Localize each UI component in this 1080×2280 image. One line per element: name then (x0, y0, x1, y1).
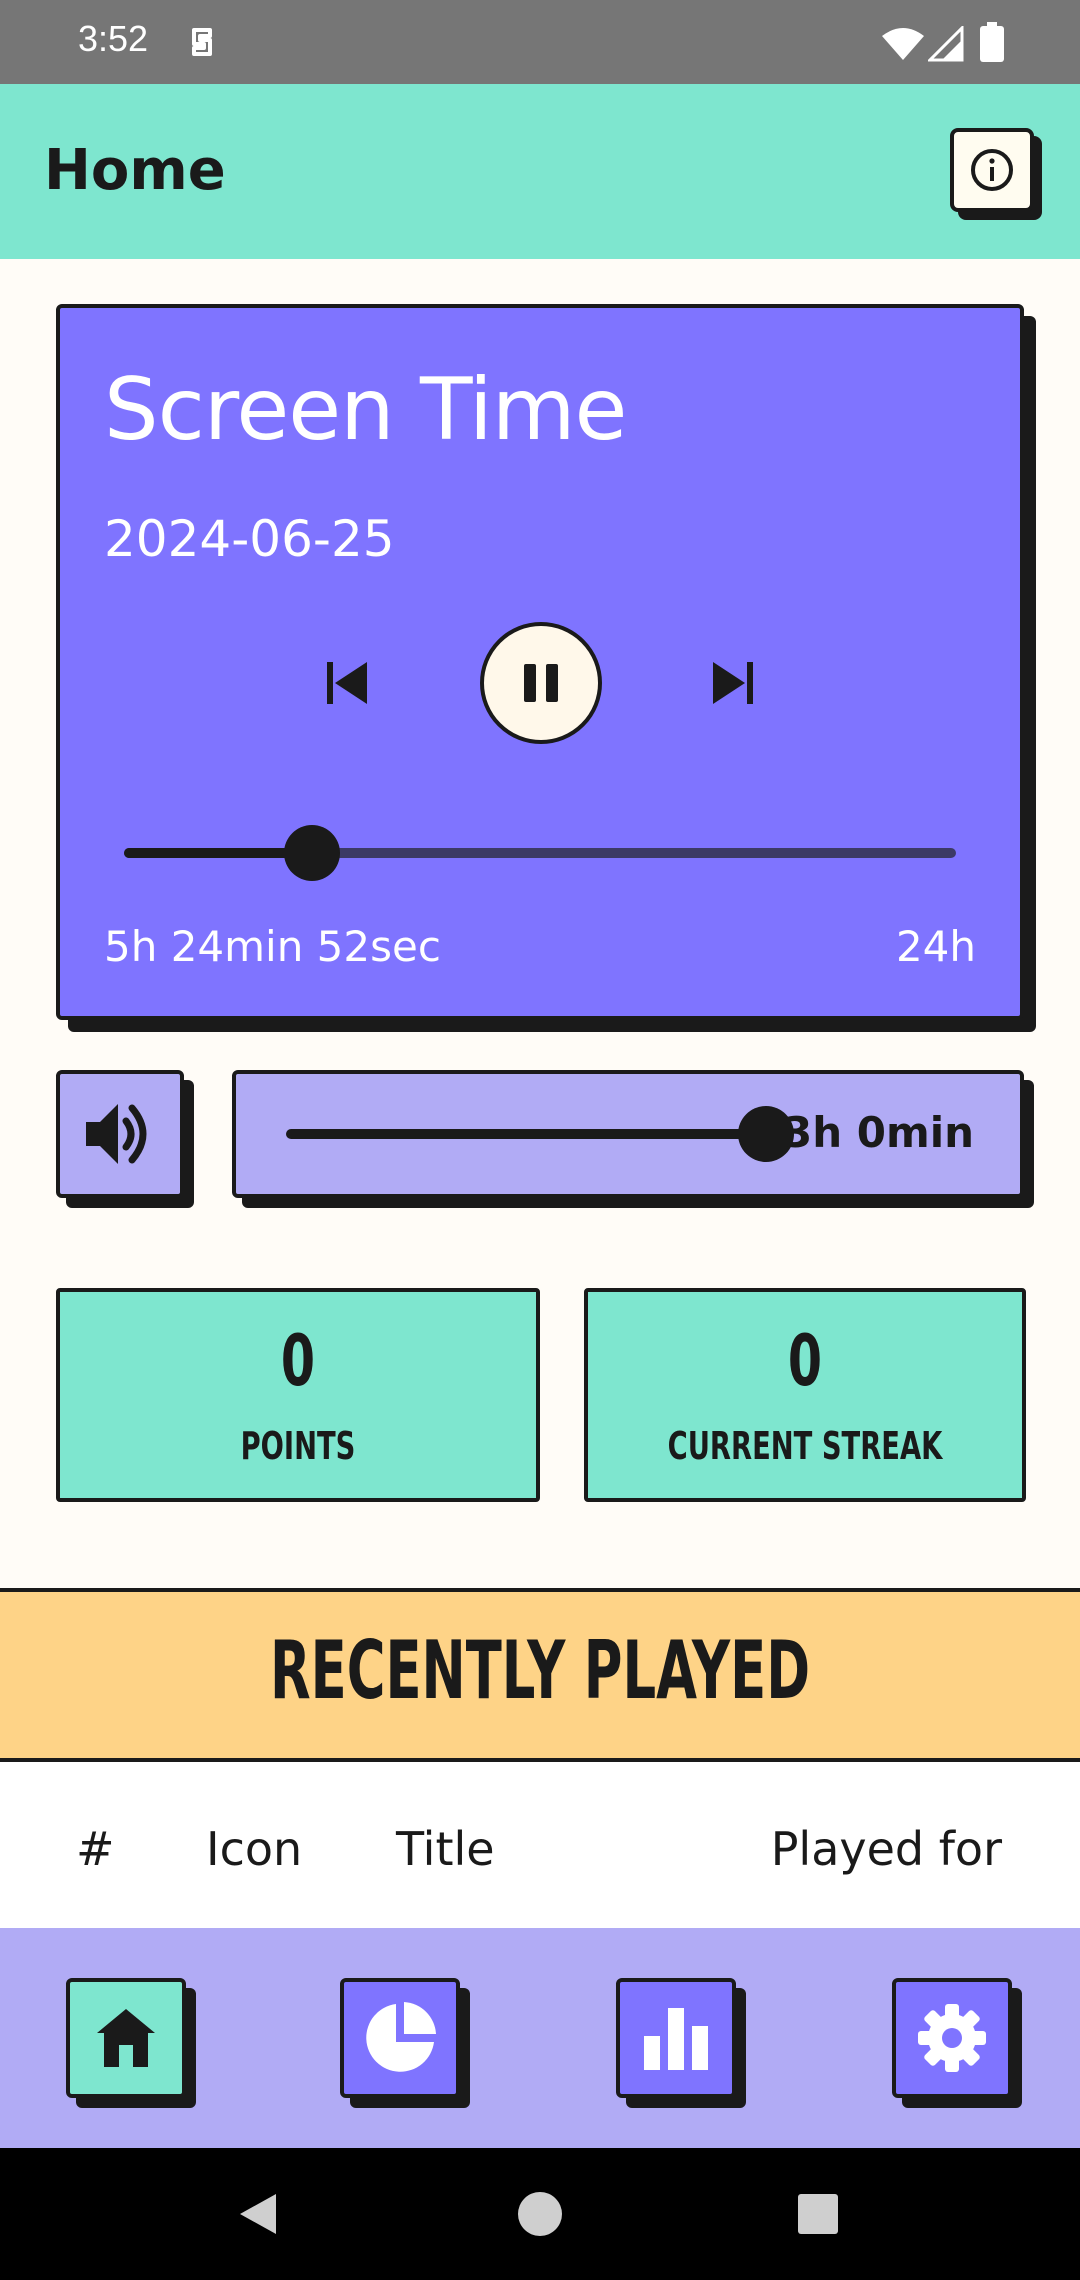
limit-value: 3h 0min (782, 1108, 974, 1157)
system-back-icon[interactable] (236, 2192, 280, 2236)
info-icon (971, 149, 1013, 191)
volume-button[interactable] (56, 1070, 184, 1198)
recently-played-title: RECENTLY PLAYED (269, 1624, 811, 1717)
elapsed-time: 5h 24min 52sec (104, 922, 441, 971)
points-card: 0 POINTS (56, 1288, 540, 1502)
nav-stats-button[interactable] (340, 1978, 460, 2098)
pie-chart-icon (366, 2002, 436, 2072)
progress-thumb[interactable] (284, 825, 341, 881)
wifi-icon (880, 26, 926, 62)
volume-up-icon (86, 1104, 147, 1164)
bar-chart-icon (644, 2008, 708, 2070)
system-recents-icon[interactable] (798, 2194, 838, 2234)
battery-icon (980, 22, 1004, 62)
skip-next-button[interactable] (706, 655, 762, 711)
settings-icon (918, 2004, 986, 2072)
home-icon (97, 2009, 155, 2067)
system-home-icon[interactable] (518, 2192, 562, 2236)
column-icon: Icon (206, 1822, 303, 1876)
points-label: POINTS (240, 1424, 356, 1468)
signal-icon (926, 24, 964, 62)
pause-button[interactable] (480, 622, 602, 744)
points-value: 0 (280, 1320, 316, 1402)
column-number: # (76, 1822, 115, 1876)
limit-slider-track[interactable] (286, 1129, 766, 1139)
card-title: Screen Time (104, 360, 627, 460)
nav-settings-button[interactable] (892, 1978, 1012, 2098)
total-time: 24h (895, 922, 976, 971)
skip-previous-button[interactable] (318, 655, 374, 711)
streak-value: 0 (787, 1320, 823, 1402)
streak-label: CURRENT STREAK (667, 1424, 943, 1468)
nav-home-button[interactable] (66, 1978, 186, 2098)
page-title: Home (44, 138, 226, 203)
column-played-for: Played for (770, 1822, 1002, 1876)
streak-card: 0 CURRENT STREAK (584, 1288, 1026, 1502)
skip-next-icon (713, 662, 753, 704)
pause-icon (524, 664, 558, 702)
info-button[interactable] (950, 128, 1034, 212)
card-date: 2024-06-25 (104, 510, 395, 568)
column-title: Title (396, 1822, 495, 1876)
status-time: 3:52 (78, 18, 149, 59)
nav-history-button[interactable] (616, 1978, 736, 2098)
skip-previous-icon (327, 662, 367, 704)
notification-icon (182, 22, 222, 62)
